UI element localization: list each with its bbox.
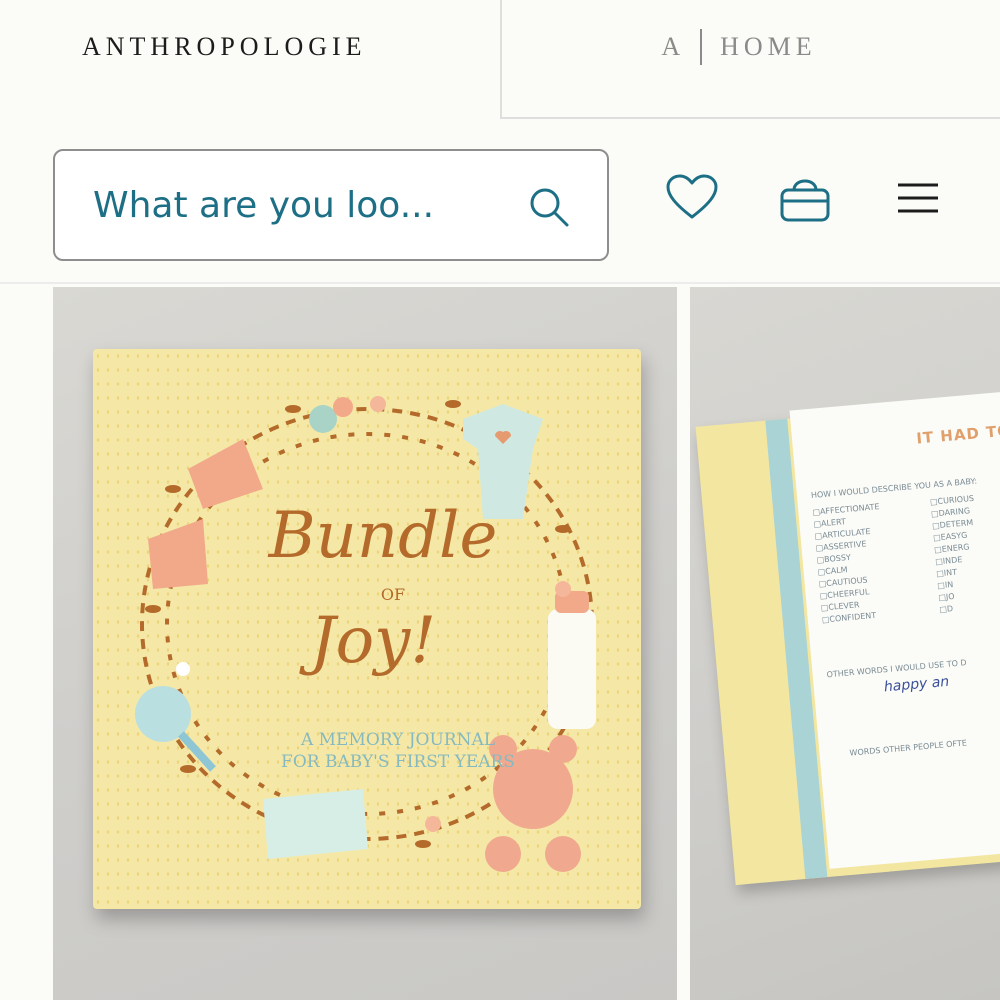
book-title-bundle: Bundle [268, 499, 498, 573]
wishlist-button[interactable] [664, 172, 720, 228]
menu-button[interactable] [890, 172, 946, 228]
open-journal: IT HAD TO HOW I WOULD DESCRIBE YOU AS A … [695, 390, 1000, 886]
search-bar[interactable] [53, 149, 609, 261]
book-cover: Bundle OF Joy! A Memory Journal for Baby… [93, 349, 641, 909]
anthropologie-tab[interactable]: ANTHROPOLOGIE [0, 0, 500, 120]
heart-icon [665, 173, 719, 228]
journal-checklist-col2: CURIOUS DARING DETERM EASYG ENERG INDE I… [930, 493, 984, 616]
book-subtitle-line2: for Baby's First Years [281, 752, 515, 772]
checklist-item: D [939, 600, 984, 616]
home-logo-letter: A [661, 31, 683, 61]
home-label: HOME [720, 31, 817, 61]
brand-logo: ANTHROPOLOGIE [82, 32, 367, 61]
anthropologie-home-tab[interactable]: A HOME [500, 0, 1000, 119]
journal-page: IT HAD TO HOW I WOULD DESCRIBE YOU AS A … [789, 390, 1000, 869]
product-image-main[interactable]: Bundle OF Joy! A Memory Journal for Baby… [53, 287, 677, 1000]
journal-handwriting: happy an [883, 673, 950, 696]
book-title-of: OF [380, 585, 406, 604]
journal-other-people: WORDS OTHER PEOPLE OFTE [849, 738, 968, 758]
journal-page-heading: IT HAD TO [915, 421, 1000, 448]
shopping-bag-icon [777, 170, 833, 231]
home-logo: A HOME [661, 28, 817, 65]
header-divider [0, 282, 1000, 284]
search-input[interactable] [93, 184, 513, 226]
book-subtitle: A Memory Journal for Baby's First Years [243, 729, 553, 773]
hamburger-menu-icon [895, 181, 941, 220]
journal-checklist-col1: AFFECTIONATE ALERT ARTICULATE ASSERTIVE … [812, 501, 889, 626]
logo-divider [700, 28, 703, 65]
book-subtitle-line1: A Memory Journal [300, 730, 496, 750]
product-image-secondary[interactable]: IT HAD TO HOW I WOULD DESCRIBE YOU AS A … [690, 287, 1000, 1000]
search-icon[interactable] [527, 185, 571, 229]
book-title-joy: Joy! [309, 604, 437, 678]
shopping-bag-button[interactable] [777, 172, 833, 228]
